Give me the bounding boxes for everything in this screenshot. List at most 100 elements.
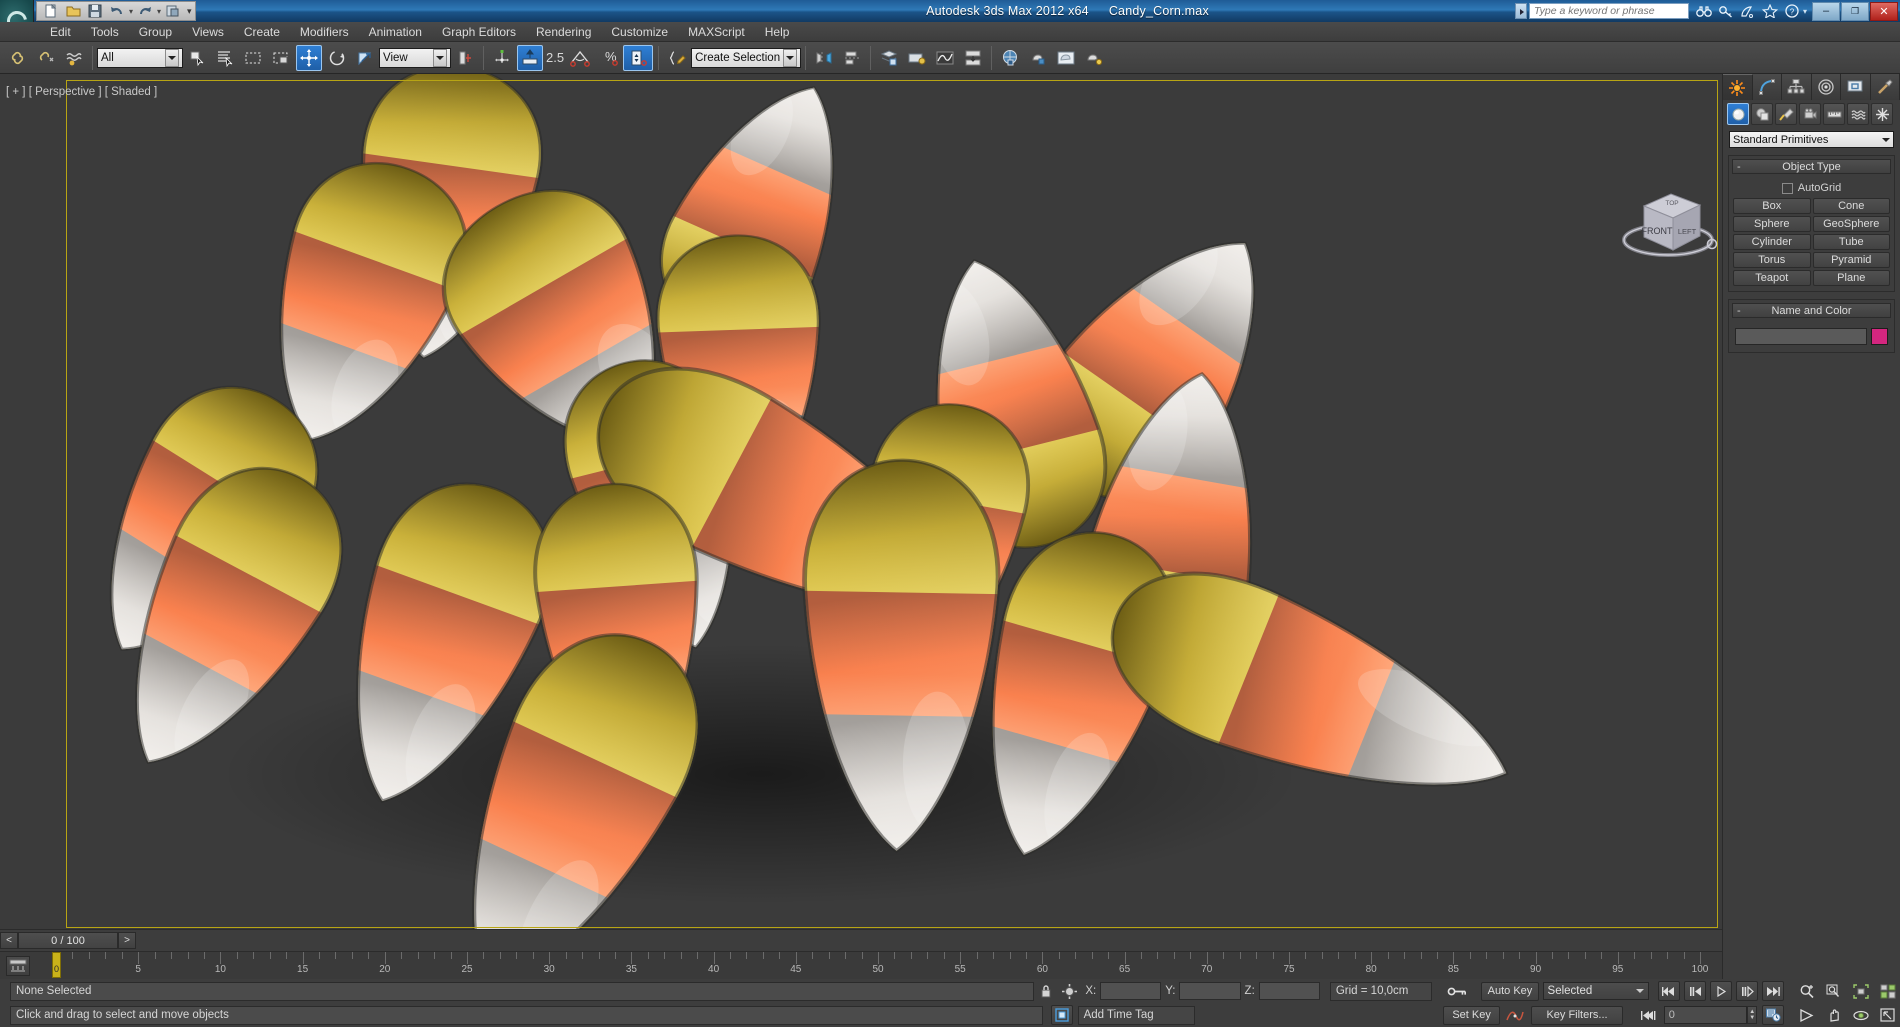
create-tube-button[interactable]: Tube xyxy=(1812,234,1890,250)
menu-modifiers[interactable]: Modifiers xyxy=(290,23,359,41)
unlink-selection-icon[interactable] xyxy=(33,45,59,71)
systems-icon[interactable] xyxy=(1871,103,1893,125)
current-frame-input[interactable]: 0 xyxy=(1663,1006,1748,1024)
spinner-snap-toggle-icon[interactable] xyxy=(623,44,654,71)
satellite-dish-icon[interactable] xyxy=(1737,2,1759,20)
close-button[interactable]: ✕ xyxy=(1870,1,1898,21)
object-type-rollout-header[interactable]: - Object Type xyxy=(1732,159,1891,174)
autogrid-row[interactable]: AutoGrid xyxy=(1733,180,1890,198)
material-editor-icon[interactable] xyxy=(997,45,1023,71)
menu-group[interactable]: Group xyxy=(129,23,182,41)
name-and-color-rollout-header[interactable]: - Name and Color xyxy=(1732,303,1891,318)
graphite-modeling-tools-icon[interactable] xyxy=(904,45,930,71)
display-tab-icon[interactable] xyxy=(1841,74,1871,100)
create-torus-button[interactable]: Torus xyxy=(1733,252,1811,268)
zoom-icon[interactable] xyxy=(1796,981,1818,1001)
menu-maxscript[interactable]: MAXScript xyxy=(678,23,755,41)
select-and-move-icon[interactable] xyxy=(296,44,322,71)
named-selection-sets-combo[interactable]: Create Selection Se xyxy=(691,47,802,68)
field-of-view-icon[interactable] xyxy=(1796,1005,1818,1025)
add-time-tag-icon[interactable] xyxy=(1050,1005,1073,1025)
select-and-rotate-icon[interactable] xyxy=(324,45,350,71)
create-pyramid-button[interactable]: Pyramid xyxy=(1812,252,1890,268)
animation-selection-level-combo[interactable]: Selected xyxy=(1542,982,1649,1000)
geometry-icon[interactable] xyxy=(1727,103,1749,125)
create-geosphere-button[interactable]: GeoSphere xyxy=(1812,216,1890,232)
help-dropdown-arrow[interactable]: ▾ xyxy=(1803,7,1807,16)
viewcube[interactable]: FRONT TOP LEFT xyxy=(1616,178,1722,266)
utilities-tab-icon[interactable] xyxy=(1870,74,1900,100)
time-slider-playhead[interactable]: 0 xyxy=(52,952,61,978)
hierarchy-tab-icon[interactable] xyxy=(1782,74,1812,100)
set-project-folder-icon[interactable] xyxy=(162,2,184,20)
track-bar[interactable]: 5 10 15 20 25 30 35 40 45 50 55 60 65 70 75 80 85 90 95 100… xyxy=(0,951,1722,979)
select-by-name-icon[interactable] xyxy=(212,45,238,71)
motion-tab-icon[interactable] xyxy=(1811,74,1841,100)
create-box-button[interactable]: Box xyxy=(1733,198,1811,214)
create-tab-icon[interactable] xyxy=(1723,74,1753,100)
angle-snap-toggle-icon[interactable] xyxy=(567,45,593,71)
lights-icon[interactable] xyxy=(1775,103,1797,125)
pan-view-icon[interactable] xyxy=(1823,1005,1845,1025)
edit-named-selection-sets-icon[interactable] xyxy=(664,45,690,71)
modify-tab-icon[interactable] xyxy=(1752,74,1782,100)
menu-customize[interactable]: Customize xyxy=(601,23,678,41)
create-sphere-button[interactable]: Sphere xyxy=(1733,216,1811,232)
auto-key-button[interactable]: Auto Key xyxy=(1481,981,1539,1001)
select-and-link-icon[interactable] xyxy=(5,45,31,71)
menu-tools[interactable]: Tools xyxy=(81,23,129,41)
set-key-button[interactable]: Set Key xyxy=(1442,1005,1501,1025)
set-key-filters-curve-icon[interactable] xyxy=(1504,1005,1526,1025)
rendered-frame-window-icon[interactable] xyxy=(1053,45,1079,71)
current-frame-spinner[interactable]: ▲ ▼ xyxy=(1747,1006,1758,1024)
key-filters-button[interactable]: Key Filters... xyxy=(1531,1005,1623,1025)
restore-button[interactable]: ❐ xyxy=(1841,1,1869,21)
menu-views[interactable]: Views xyxy=(182,23,234,41)
next-frame-icon[interactable] xyxy=(1736,981,1758,1001)
bind-to-space-warp-icon[interactable] xyxy=(61,45,87,71)
space-warps-icon[interactable] xyxy=(1847,103,1869,125)
previous-frame-icon[interactable] xyxy=(1684,981,1706,1001)
go-to-start-icon[interactable] xyxy=(1658,981,1680,1001)
create-plane-button[interactable]: Plane xyxy=(1812,270,1890,286)
viewport-label[interactable]: [ + ] [ Perspective ] [ Shaded ] xyxy=(6,86,157,98)
object-name-input[interactable] xyxy=(1735,328,1867,345)
x-coord-input[interactable] xyxy=(1100,982,1162,1000)
layer-manager-icon[interactable] xyxy=(876,45,902,71)
menu-edit[interactable]: Edit xyxy=(40,23,81,41)
customize-qat-icon[interactable]: ▾ xyxy=(187,6,192,17)
align-icon[interactable] xyxy=(839,45,865,71)
next-frame-button[interactable]: > xyxy=(118,932,136,949)
quick-search-input[interactable] xyxy=(1528,3,1689,19)
render-setup-icon[interactable] xyxy=(1025,45,1051,71)
star-icon[interactable] xyxy=(1759,2,1781,20)
time-configuration-icon[interactable] xyxy=(1762,1005,1784,1025)
key-mode-toggle-icon[interactable] xyxy=(1446,981,1468,1001)
go-to-end-icon[interactable] xyxy=(1762,981,1784,1001)
zoom-all-icon[interactable] xyxy=(1823,981,1845,1001)
play-animation-icon[interactable] xyxy=(1710,981,1732,1001)
curve-editor-icon[interactable] xyxy=(932,45,958,71)
lock-selection-icon[interactable] xyxy=(1035,981,1057,1001)
create-teapot-button[interactable]: Teapot xyxy=(1733,270,1811,286)
menu-create[interactable]: Create xyxy=(234,23,290,41)
zoom-extents-all-icon[interactable] xyxy=(1877,981,1899,1001)
rectangular-selection-region-icon[interactable] xyxy=(240,45,266,71)
new-file-icon[interactable] xyxy=(40,2,62,20)
key-icon[interactable] xyxy=(1715,2,1737,20)
add-time-tag-field[interactable]: Add Time Tag xyxy=(1077,1005,1195,1025)
minimize-button[interactable]: – xyxy=(1812,1,1840,21)
reference-coordinate-system-combo[interactable]: View xyxy=(379,47,451,68)
help-icon[interactable]: ? xyxy=(1781,2,1803,20)
create-cylinder-button[interactable]: Cylinder xyxy=(1733,234,1811,250)
save-file-icon[interactable] xyxy=(84,2,106,20)
y-coord-input[interactable] xyxy=(1179,982,1241,1000)
maximize-viewport-icon[interactable] xyxy=(1877,1005,1899,1025)
menu-animation[interactable]: Animation xyxy=(359,23,432,41)
zoom-extents-icon[interactable] xyxy=(1850,981,1872,1001)
open-file-icon[interactable] xyxy=(62,2,84,20)
previous-frame-button[interactable]: < xyxy=(0,932,18,949)
menu-rendering[interactable]: Rendering xyxy=(526,23,601,41)
select-object-icon[interactable] xyxy=(184,45,210,71)
key-mode-toggle-bottom-icon[interactable] xyxy=(1637,1005,1659,1025)
